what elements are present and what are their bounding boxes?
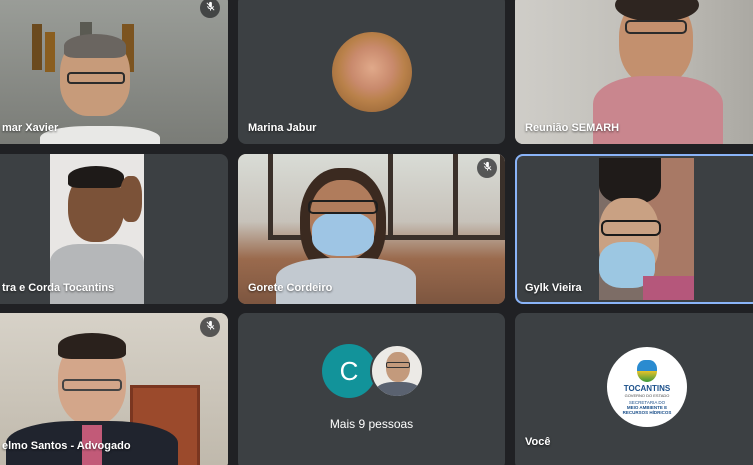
- participant-glasses: [308, 200, 378, 214]
- participant-avatar: [332, 32, 412, 112]
- coat-of-arms-icon: [637, 359, 657, 382]
- mic-off-icon: [482, 159, 493, 177]
- participant-video: [599, 158, 694, 300]
- participant-name: Gylk Vieira: [525, 282, 582, 294]
- logo: TOCANTINS GOVERNO DO ESTADO SECRETARIA D…: [607, 347, 687, 427]
- participant-hair: [58, 333, 126, 359]
- avatar-letter: C: [339, 355, 359, 386]
- mic-off-icon: [205, 318, 216, 336]
- window-frame: [453, 154, 458, 240]
- participant-tile[interactable]: mar Xavier: [0, 0, 228, 144]
- participant-name: mar Xavier: [2, 122, 59, 134]
- participant-name: Gorete Cordeiro: [248, 282, 333, 294]
- window-frame: [388, 154, 393, 240]
- participant-hair: [64, 34, 126, 58]
- participant-shirt: [376, 382, 420, 396]
- avatar: C: [322, 344, 376, 398]
- participant-glasses: [386, 362, 410, 368]
- participant-mask: [312, 212, 374, 256]
- more-people-tile[interactable]: C Mais 9 pessoas: [238, 313, 505, 465]
- participant-name: tra e Corda Tocantins: [2, 282, 115, 294]
- mute-indicator: [477, 158, 497, 178]
- participant-tile[interactable]: Marina Jabur: [238, 0, 505, 144]
- avatar: [370, 344, 424, 398]
- more-people-label: Mais 9 pessoas: [329, 417, 414, 431]
- participant-name: Reunião SEMARH: [525, 122, 620, 134]
- participant-shirt: [50, 244, 144, 304]
- wall-art: [32, 24, 42, 70]
- participant-shirt: [643, 276, 694, 300]
- participant-glasses: [67, 72, 125, 84]
- participant-glasses: [62, 379, 122, 391]
- participant-hair: [68, 166, 124, 188]
- participant-tile[interactable]: elmo Santos - Advogado: [0, 313, 228, 465]
- participant-tile[interactable]: Gorete Cordeiro: [238, 154, 505, 304]
- meeting-grid: mar Xavier Marina Jabur Reunião SEMARH t…: [0, 0, 753, 465]
- wall-art: [45, 32, 55, 72]
- logo-subtitle: GOVERNO DO ESTADO: [624, 392, 670, 398]
- participant-tile[interactable]: Reunião SEMARH: [515, 0, 753, 144]
- mute-indicator: [200, 317, 220, 337]
- participant-glasses: [625, 20, 687, 34]
- logo-title: TOCANTINS: [623, 383, 671, 393]
- self-tile[interactable]: TOCANTINS GOVERNO DO ESTADO SECRETARIA D…: [515, 313, 753, 465]
- participant-name: Marina Jabur: [248, 122, 317, 134]
- participant-glasses: [601, 220, 661, 236]
- participant-name: elmo Santos - Advogado: [2, 440, 131, 452]
- participant-tile[interactable]: tra e Corda Tocantins: [0, 154, 228, 304]
- participant-hand: [120, 176, 142, 222]
- participant-tile[interactable]: Gylk Vieira: [515, 154, 753, 304]
- participant-shirt: [276, 258, 416, 304]
- participant-name: Você: [525, 436, 551, 448]
- logo-line: RECURSOS HÍDRICOS: [622, 409, 672, 415]
- mic-off-icon: [205, 0, 216, 17]
